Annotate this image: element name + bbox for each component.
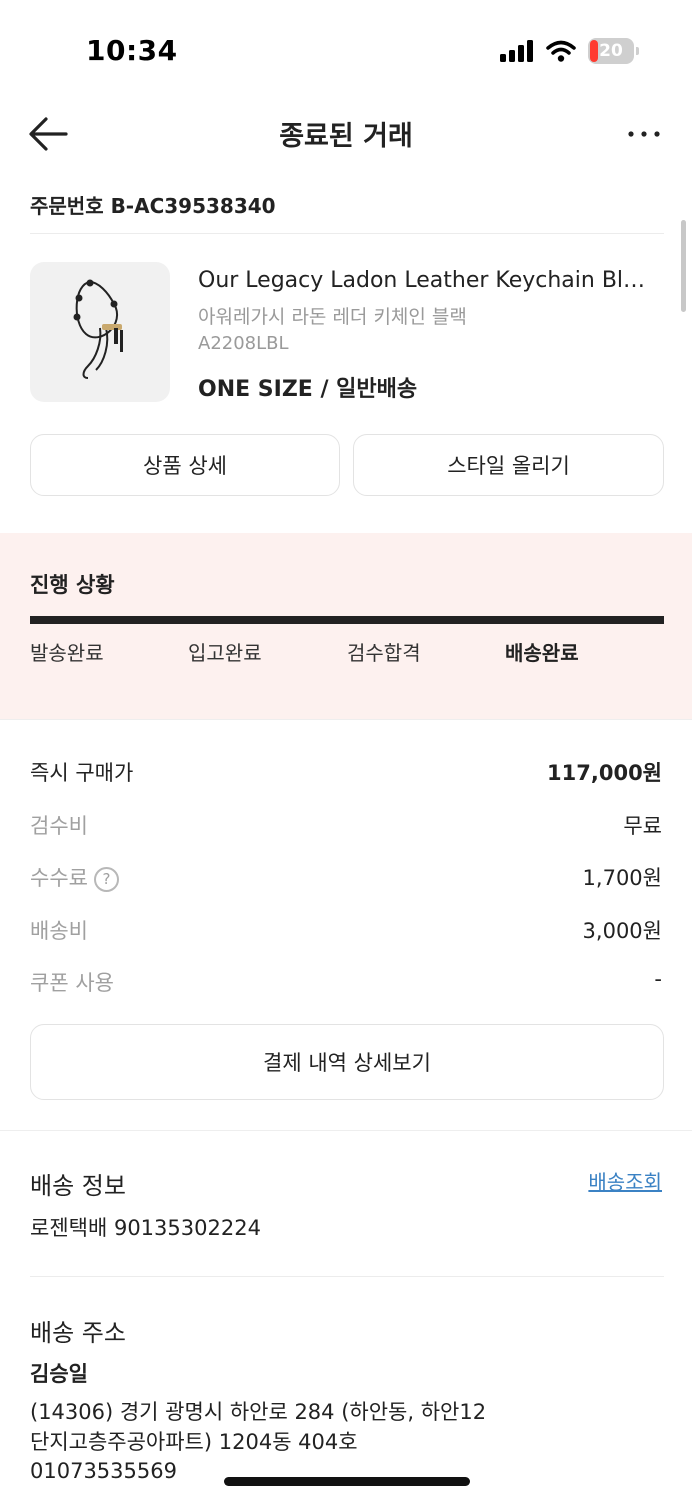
instant-price-value: 117,000원 [547, 761, 662, 785]
product-code: A2208LBL [198, 333, 289, 354]
product-name-kr: 아워레가시 라돈 레더 키체인 블랙 [198, 306, 467, 328]
section-divider [0, 719, 692, 720]
progress-title: 진행 상황 [30, 573, 115, 597]
upload-style-button[interactable]: 스타일 올리기 [353, 434, 664, 496]
product-option: ONE SIZE / 일반배송 [198, 377, 418, 402]
recipient-name: 김승일 [30, 1362, 88, 1386]
step-received: 입고완료 [188, 641, 262, 665]
step-delivered: 배송완료 [505, 641, 579, 665]
instant-price-label: 즉시 구매가 [30, 761, 134, 785]
wifi-icon [546, 40, 576, 62]
progress-bar [30, 616, 664, 624]
track-shipment-link[interactable]: 배송조회 [588, 1166, 662, 1195]
product-image[interactable] [30, 262, 170, 402]
status-icons: 20 [500, 38, 639, 64]
tracking-number: 로젠택배 90135302224 [30, 1216, 261, 1240]
divider [30, 233, 664, 234]
product-name[interactable]: Our Legacy Ladon Leather Keychain Black [198, 268, 658, 293]
status-time: 10:34 [86, 34, 178, 67]
page-title: 종료된 거래 [279, 121, 413, 152]
battery-level: 20 [599, 41, 623, 61]
divider [30, 1276, 664, 1277]
shipping-address-title: 배송 주소 [30, 1319, 126, 1347]
inspection-fee-label: 검수비 [30, 814, 88, 838]
nav-bar: 종료된 거래 [0, 100, 692, 166]
battery-tip [636, 47, 639, 55]
commission-value: 1,700원 [582, 866, 662, 890]
signal-icon [500, 40, 533, 62]
commission-label: 수수료 [30, 866, 88, 890]
inspection-fee-value: 무료 [623, 814, 662, 838]
address-line-1: (14306) 경기 광명시 하안로 284 (하안동, 하안12 [30, 1400, 487, 1424]
status-bar: 10:34 20 [0, 0, 692, 100]
step-inspected: 검수합격 [347, 641, 421, 665]
address-line-2: 단지고층주공아파트) 1204동 404호 [30, 1430, 358, 1454]
step-shipped: 발송완료 [30, 641, 104, 665]
battery-icon: 20 [588, 38, 639, 64]
more-dots-icon[interactable] [626, 120, 662, 148]
keychain-image [73, 279, 123, 379]
shipping-info-title: 배송 정보 [30, 1172, 126, 1200]
coupon-label: 쿠폰 사용 [30, 971, 114, 995]
coupon-value: - [654, 967, 662, 991]
help-icon[interactable]: ? [93, 867, 119, 892]
progress-section: 진행 상황 발송완료 입고완료 검수합격 배송완료 [0, 533, 692, 719]
shipping-fee-label: 배송비 [30, 919, 88, 943]
commission-label-row: 수수료? [30, 862, 119, 892]
order-number: 주문번호 B-AC39538340 [30, 194, 276, 218]
product-detail-button[interactable]: 상품 상세 [30, 434, 340, 496]
section-divider [0, 1130, 692, 1131]
shipping-fee-value: 3,000원 [582, 919, 662, 943]
scroll-indicator[interactable] [681, 220, 686, 312]
recipient-phone: 01073535569 [30, 1459, 177, 1483]
payment-detail-button[interactable]: 결제 내역 상세보기 [30, 1024, 664, 1100]
home-indicator[interactable] [224, 1477, 470, 1486]
